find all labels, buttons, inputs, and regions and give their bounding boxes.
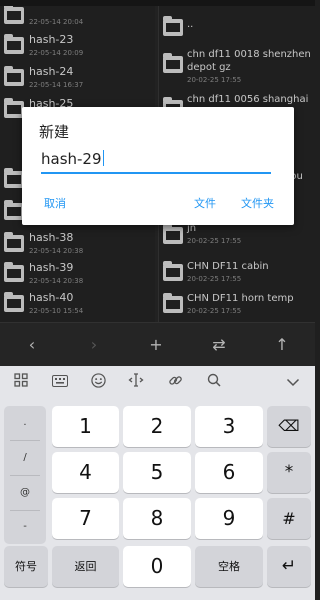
- name-input[interactable]: hash-29: [41, 148, 271, 174]
- key-period[interactable]: .: [4, 406, 46, 440]
- hash-key[interactable]: #: [267, 498, 311, 539]
- key-1[interactable]: 1: [52, 406, 119, 447]
- keyboard-toolbar: [0, 366, 315, 402]
- back-key[interactable]: 返回: [52, 546, 119, 587]
- space-key[interactable]: 空格: [195, 546, 263, 587]
- key-2[interactable]: 2: [123, 406, 191, 447]
- backspace-key[interactable]: ⌫: [267, 406, 311, 447]
- cursor-icon[interactable]: [124, 373, 148, 395]
- enter-key[interactable]: ↵: [267, 546, 311, 587]
- grid-icon[interactable]: [9, 373, 33, 395]
- star-key[interactable]: *: [267, 452, 311, 493]
- new-folder-button[interactable]: 文件夹: [241, 195, 274, 211]
- numeric-keyboard: . / @ - 1 2 3 ⌫ 4 5 6 * 7 8 9 # 符号 返回 0 …: [0, 366, 315, 600]
- emoji-icon[interactable]: [86, 373, 110, 395]
- key-9[interactable]: 9: [195, 498, 263, 539]
- key-dash[interactable]: -: [4, 510, 46, 544]
- key-slash[interactable]: /: [4, 441, 46, 475]
- key-at[interactable]: @: [4, 476, 46, 510]
- chevron-down-icon[interactable]: [281, 373, 305, 395]
- link-icon[interactable]: [163, 373, 187, 395]
- key-0[interactable]: 0: [123, 546, 191, 587]
- text-cursor: [102, 150, 104, 166]
- cancel-button[interactable]: 取消: [44, 195, 66, 211]
- key-3[interactable]: 3: [195, 406, 263, 447]
- symbol-key[interactable]: 符号: [4, 546, 48, 587]
- key-5[interactable]: 5: [123, 452, 191, 493]
- dialog-title: 新建: [39, 123, 70, 141]
- key-7[interactable]: 7: [52, 498, 119, 539]
- name-input-value: hash-29: [41, 150, 102, 168]
- keyboard-icon[interactable]: [48, 373, 72, 395]
- key-4[interactable]: 4: [52, 452, 119, 493]
- new-item-dialog: 新建 hash-29 取消 文件 文件夹: [22, 107, 294, 225]
- key-8[interactable]: 8: [123, 498, 191, 539]
- new-file-button[interactable]: 文件: [194, 195, 216, 211]
- symbol-column: . / @ -: [4, 406, 46, 544]
- search-icon[interactable]: [202, 373, 226, 395]
- key-6[interactable]: 6: [195, 452, 263, 493]
- screen: 22-05-14 20:04 hash-23 22-05-14 20:09 ha…: [0, 0, 315, 600]
